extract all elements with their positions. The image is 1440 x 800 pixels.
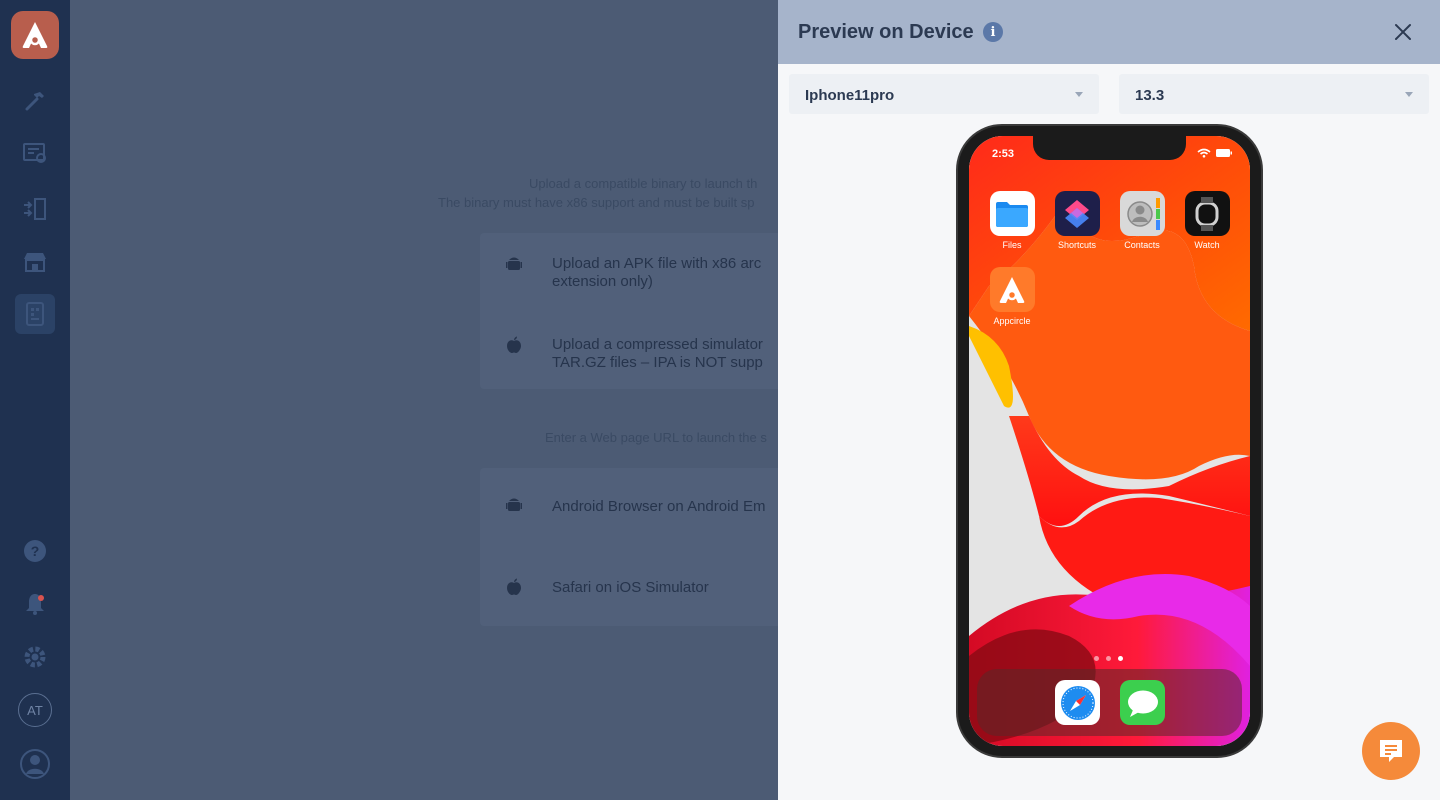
close-icon	[1395, 24, 1411, 40]
status-time: 2:53	[992, 148, 1015, 160]
app-label: Contacts	[1124, 240, 1160, 250]
app-watch[interactable]: Watch	[1184, 191, 1230, 250]
appcircle-logo-icon[interactable]	[11, 11, 59, 59]
bell-icon[interactable]	[15, 584, 55, 624]
browser-options-card: Android Browser on Android Em Safari on …	[480, 468, 778, 626]
upload-apk-line2: extension only)	[552, 273, 653, 290]
battery-icon	[1216, 149, 1232, 157]
device-select-value: Iphone11pro	[805, 87, 895, 104]
url-intro-text: Enter a Web page URL to launch the s	[545, 430, 767, 445]
app-label: Files	[1002, 240, 1022, 250]
chevron-down-icon	[1405, 92, 1413, 97]
app-label: Appcircle	[993, 316, 1031, 326]
android-icon	[506, 498, 522, 511]
app-shortcuts[interactable]: Shortcuts	[1054, 191, 1100, 250]
device-preview-icon[interactable]	[15, 294, 55, 334]
safari-icon[interactable]	[1055, 680, 1100, 725]
notification-dot	[38, 595, 44, 601]
device-notch	[1033, 136, 1186, 160]
messages-icon[interactable]	[1120, 680, 1165, 725]
hammer-icon[interactable]	[15, 81, 55, 121]
os-version-select[interactable]: 13.3	[1119, 74, 1429, 114]
app-files[interactable]: Files	[989, 191, 1035, 250]
device-select[interactable]: Iphone11pro	[789, 74, 1099, 114]
gear-icon[interactable]	[15, 637, 55, 677]
watch-icon	[1184, 191, 1230, 236]
sidebar: ? AT	[0, 0, 70, 800]
panel-title: Preview on Device	[798, 21, 974, 43]
chevron-down-icon	[1075, 92, 1083, 97]
distribution-icon[interactable]	[15, 189, 55, 229]
panel-header: Preview on Device i	[778, 0, 1440, 64]
device-frame: 2:53 Files Shortcuts Contacts Watch Appc…	[956, 124, 1263, 758]
wifi-icon	[1197, 148, 1211, 158]
upload-simulator-label: Upload a compressed simulator TAR.GZ fil…	[552, 336, 763, 372]
os-version-select-value: 13.3	[1135, 87, 1165, 104]
chat-icon	[1380, 740, 1402, 762]
chat-button[interactable]	[1362, 722, 1420, 780]
status-indicators	[1197, 148, 1232, 158]
appcircle-icon	[989, 267, 1035, 312]
device-screen[interactable]: 2:53 Files Shortcuts Contacts Watch Appc…	[969, 136, 1250, 746]
user-icon[interactable]	[15, 744, 55, 784]
android-icon	[506, 257, 522, 270]
certificate-icon[interactable]	[15, 134, 55, 174]
app-label: Watch	[1194, 240, 1220, 250]
info-icon[interactable]: i	[983, 22, 1003, 42]
page-dot	[1094, 656, 1099, 661]
background-content: Upload a compatible binary to launch th …	[70, 0, 778, 800]
app-contacts[interactable]: Contacts	[1119, 191, 1165, 250]
page-dot-active	[1118, 656, 1123, 661]
contacts-icon	[1119, 191, 1165, 236]
user-initials-avatar[interactable]: AT	[18, 693, 52, 727]
close-button[interactable]	[1390, 19, 1416, 45]
apple-icon	[507, 578, 521, 595]
files-icon	[989, 191, 1035, 236]
app-appcircle[interactable]: Appcircle	[989, 267, 1035, 326]
svg-text:?: ?	[31, 543, 40, 559]
upload-apk-label: Upload an APK file with x86 arc extensio…	[552, 255, 761, 291]
page-dot	[1106, 656, 1111, 661]
help-icon[interactable]: ?	[15, 531, 55, 571]
page-indicator	[1094, 656, 1123, 661]
safari-label: Safari on iOS Simulator	[552, 579, 709, 596]
upload-apk-line1: Upload an APK file with x86 arc	[552, 255, 762, 272]
preview-panel: Preview on Device i Iphone11pro 13.3 2:5…	[778, 0, 1440, 800]
upload-options-card: Upload an APK file with x86 arc extensio…	[480, 233, 778, 389]
shortcuts-icon	[1054, 191, 1100, 236]
android-browser-label: Android Browser on Android Em	[552, 498, 766, 515]
app-label: Shortcuts	[1057, 240, 1097, 250]
upload-simulator-line1: Upload a compressed simulator	[552, 336, 763, 353]
apple-icon	[507, 336, 521, 353]
upload-simulator-line2: TAR.GZ files – IPA is NOT supp	[552, 354, 763, 371]
store-icon[interactable]	[15, 242, 55, 282]
intro-text-line2: The binary must have x86 support and mus…	[438, 195, 755, 210]
intro-text-line1: Upload a compatible binary to launch th	[529, 176, 758, 191]
dock	[977, 669, 1242, 736]
